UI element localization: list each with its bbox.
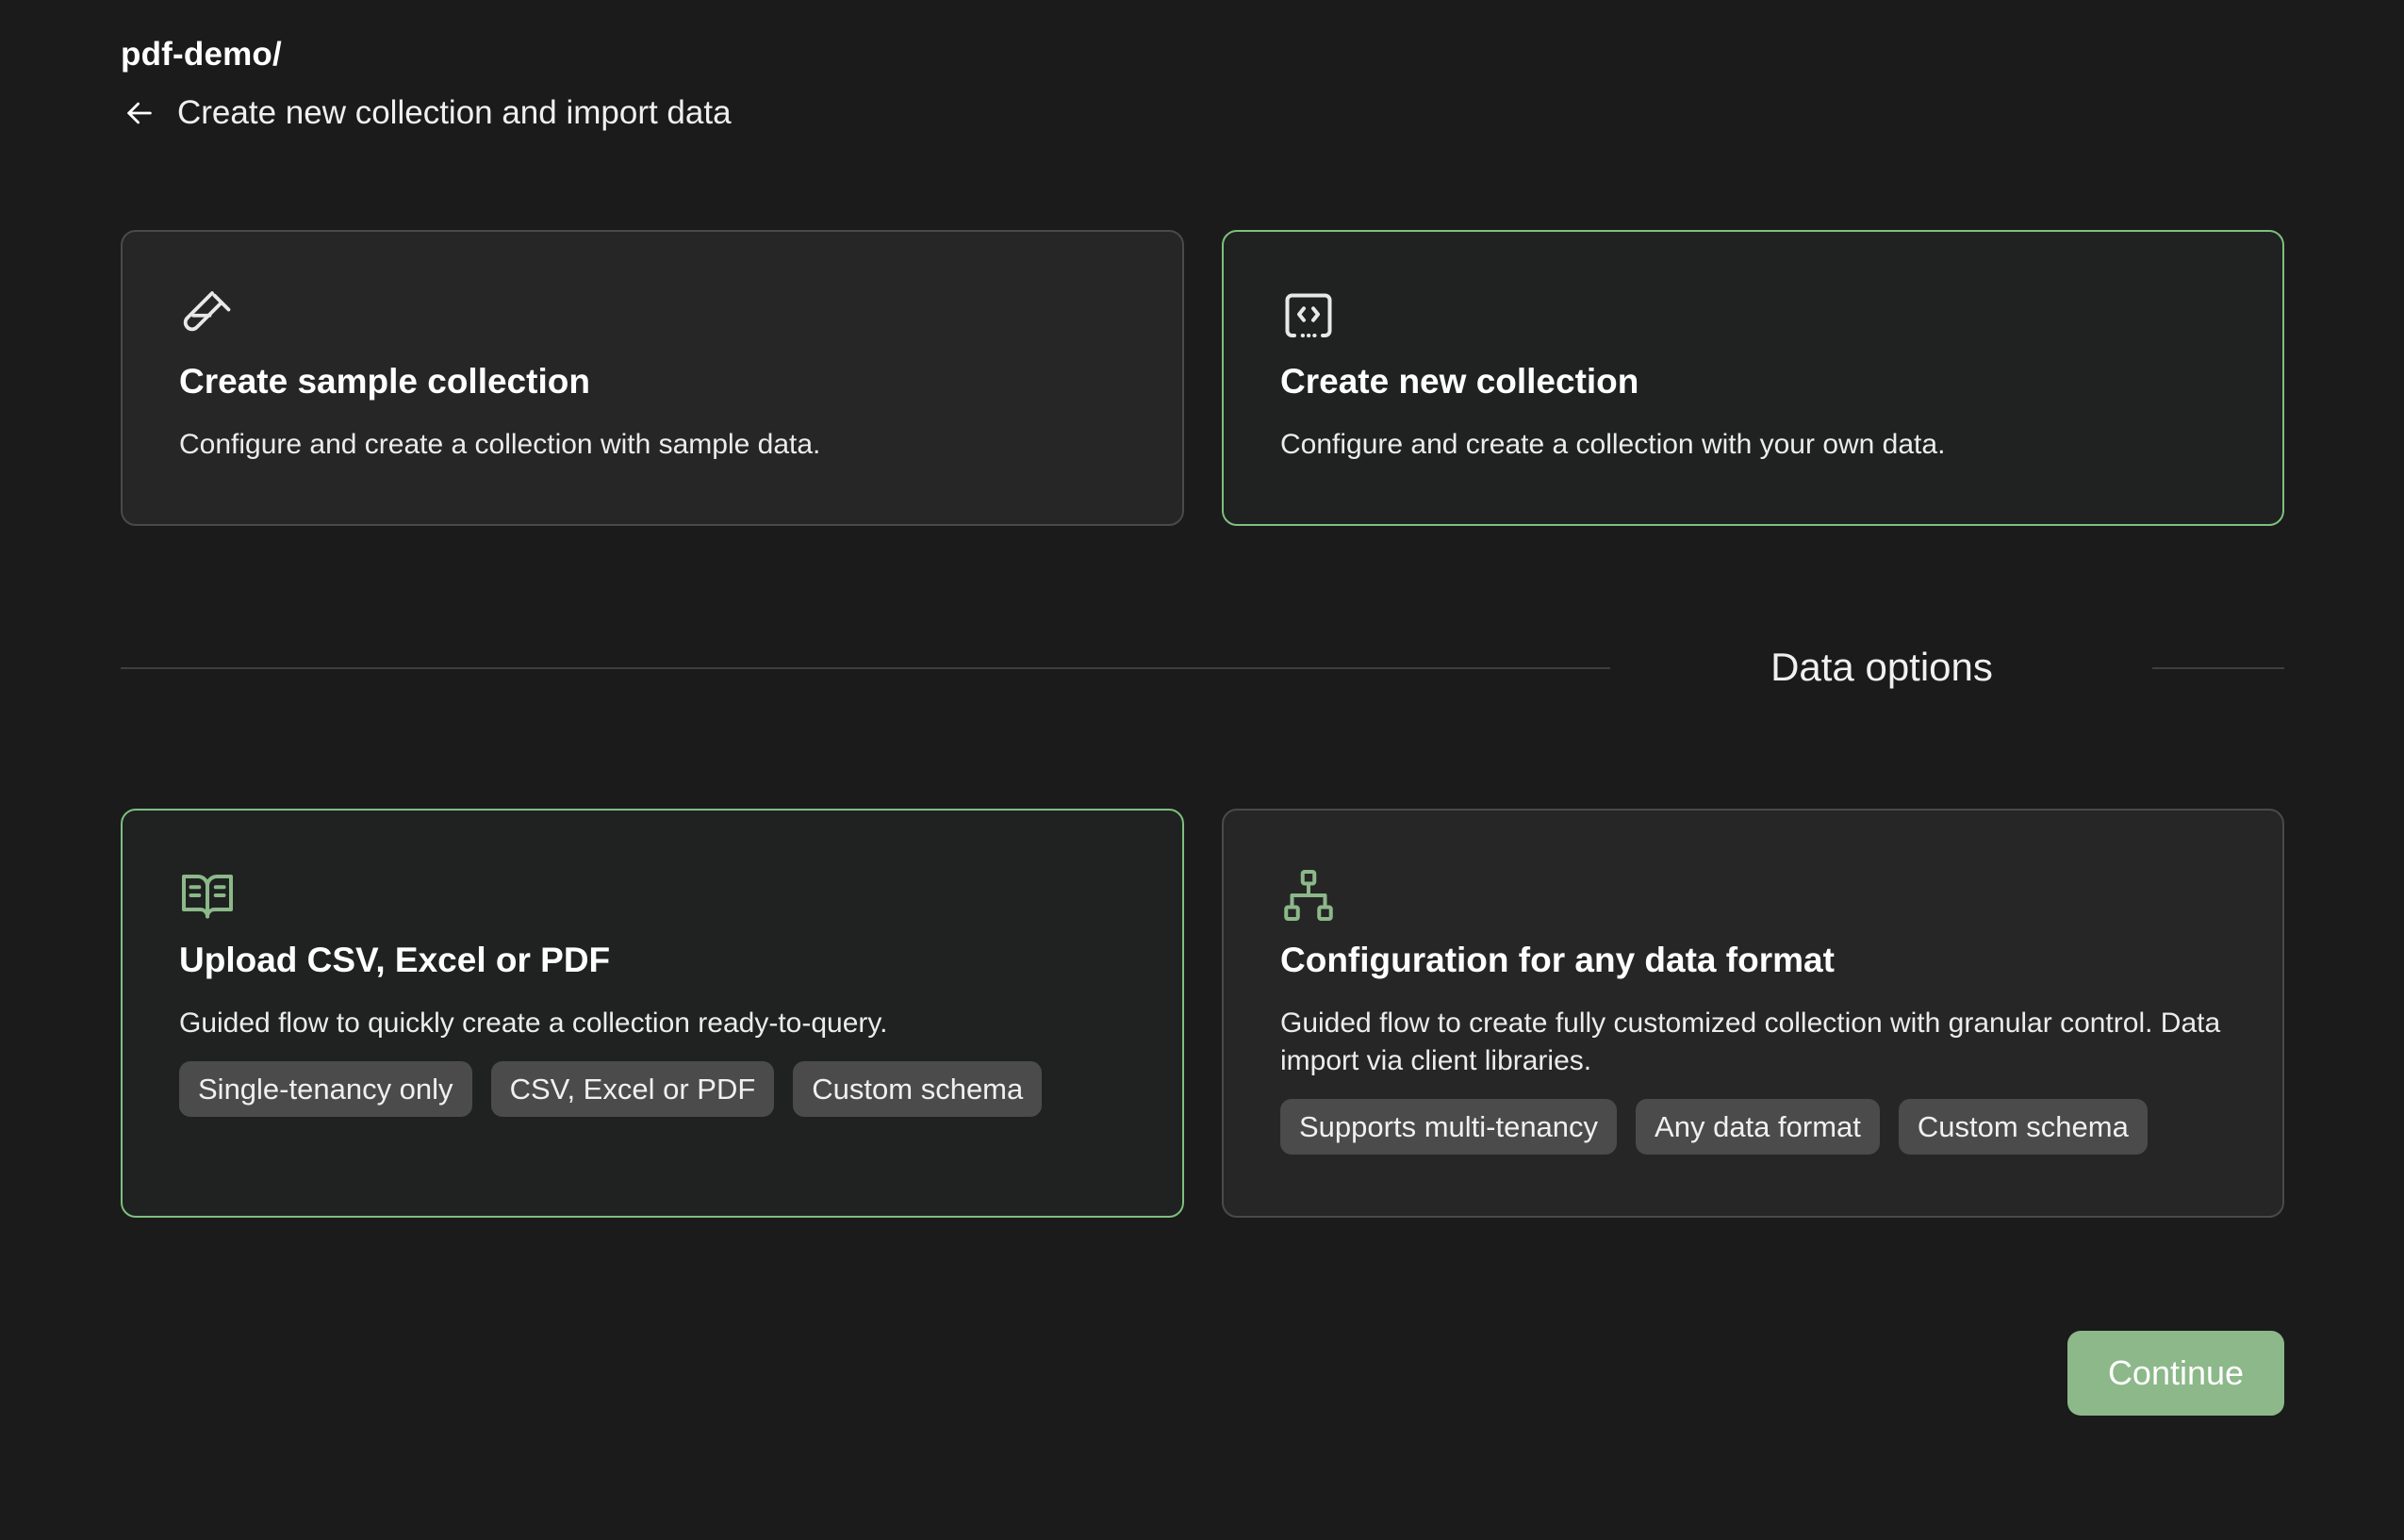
card-title: Create sample collection: [179, 362, 590, 401]
tag: Supports multi-tenancy: [1280, 1099, 1618, 1155]
continue-button[interactable]: Continue: [2067, 1331, 2284, 1416]
hierarchy-icon: [1280, 867, 1337, 924]
card-title: Configuration for any data format: [1280, 941, 1835, 979]
tag: Single-tenancy only: [179, 1061, 472, 1117]
tag: Custom schema: [1898, 1099, 2148, 1155]
divider-line-left: [121, 667, 1610, 669]
card-title: Upload CSV, Excel or PDF: [179, 941, 611, 979]
tag-list: Single-tenancy only CSV, Excel or PDF Cu…: [179, 1061, 1126, 1117]
test-tube-icon: [179, 288, 236, 345]
option-card-sample-collection[interactable]: Create sample collection Configure and c…: [121, 230, 1184, 526]
option-card-new-collection[interactable]: Create new collection Configure and crea…: [1222, 230, 2284, 526]
card-title: Create new collection: [1280, 362, 1639, 401]
divider-line-right: [2152, 667, 2284, 669]
back-button[interactable]: [121, 94, 158, 132]
open-book-icon: [179, 867, 236, 924]
arrow-left-icon: [127, 102, 152, 124]
code-square-icon: [1280, 288, 1337, 345]
card-description: Configure and create a collection with y…: [1280, 429, 1946, 460]
tag: CSV, Excel or PDF: [490, 1061, 775, 1117]
option-card-upload-files[interactable]: Upload CSV, Excel or PDF Guided flow to …: [121, 809, 1184, 1218]
card-description: Configure and create a collection with s…: [179, 429, 821, 460]
card-description: Guided flow to quickly create a collecti…: [179, 1008, 888, 1039]
section-label: Data options: [1770, 645, 1993, 689]
tag: Custom schema: [793, 1061, 1043, 1117]
page-header: Create new collection and import data: [121, 92, 732, 134]
option-card-any-data-format[interactable]: Configuration for any data format Guided…: [1222, 809, 2284, 1218]
tag-list: Supports multi-tenancy Any data format C…: [1280, 1099, 2226, 1155]
page-title: Create new collection and import data: [177, 94, 732, 131]
app-root: pdf-demo/ Create new collection and impo…: [0, 0, 2404, 1540]
section-divider: Data options: [121, 641, 2284, 694]
breadcrumb[interactable]: pdf-demo/: [121, 36, 282, 74]
tag: Any data format: [1636, 1099, 1880, 1155]
card-description: Guided flow to create fully customized c…: [1280, 1008, 2221, 1076]
